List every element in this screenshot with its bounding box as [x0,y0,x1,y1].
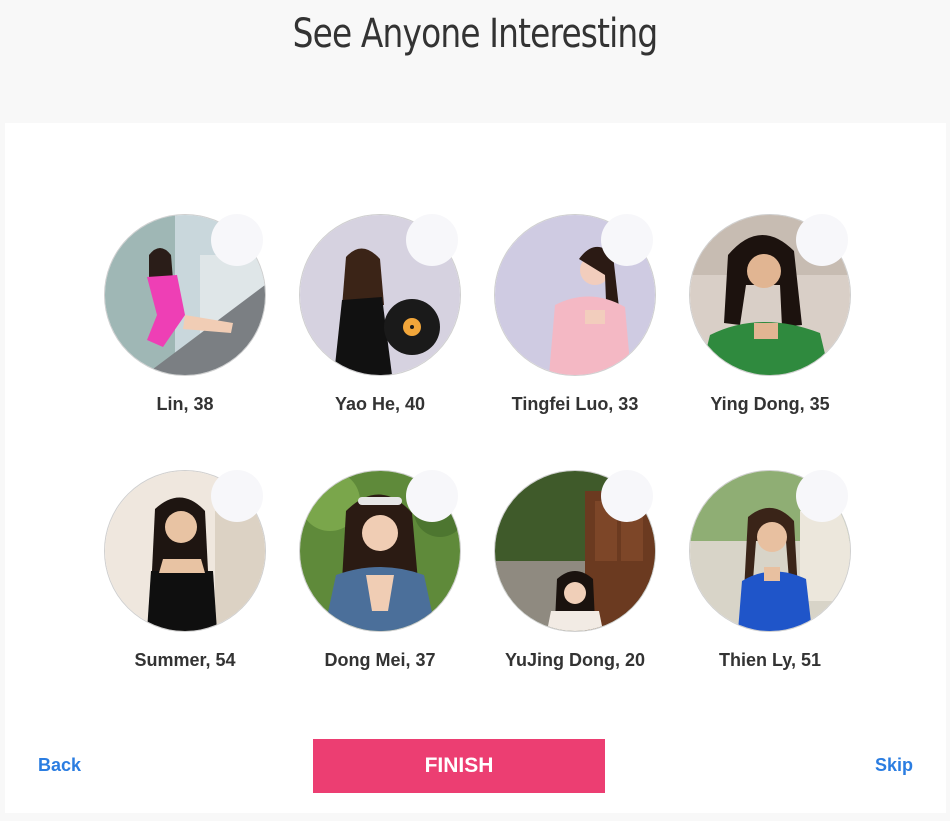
back-link[interactable]: Back [38,755,81,776]
select-profile-toggle[interactable] [211,470,263,522]
profile-selection-card: Lin, 38 Yao He, 40 Tingfei Luo, 33 Ying … [5,123,946,813]
select-profile-toggle[interactable] [211,214,263,266]
profile-name: Tingfei Luo, 33 [511,394,639,414]
profile-name: Yao He, 40 [334,394,426,414]
profile-name: Ying Dong, 35 [710,394,830,414]
select-profile-toggle[interactable] [406,470,458,522]
profile-name: Summer, 54 [134,650,236,670]
select-profile-toggle[interactable] [601,470,653,522]
profile-name: Dong Mei, 37 [324,650,436,670]
select-profile-toggle[interactable] [796,470,848,522]
finish-button[interactable]: FINISH [313,739,605,793]
select-profile-toggle[interactable] [406,214,458,266]
select-profile-toggle[interactable] [796,214,848,266]
page-title: See Anyone Interesting [292,11,659,57]
profile-name: Thien Ly, 51 [718,650,822,670]
select-profile-toggle[interactable] [601,214,653,266]
profile-name: Lin, 38 [156,394,214,414]
skip-link[interactable]: Skip [875,755,913,776]
profile-name: YuJing Dong, 20 [504,650,646,670]
